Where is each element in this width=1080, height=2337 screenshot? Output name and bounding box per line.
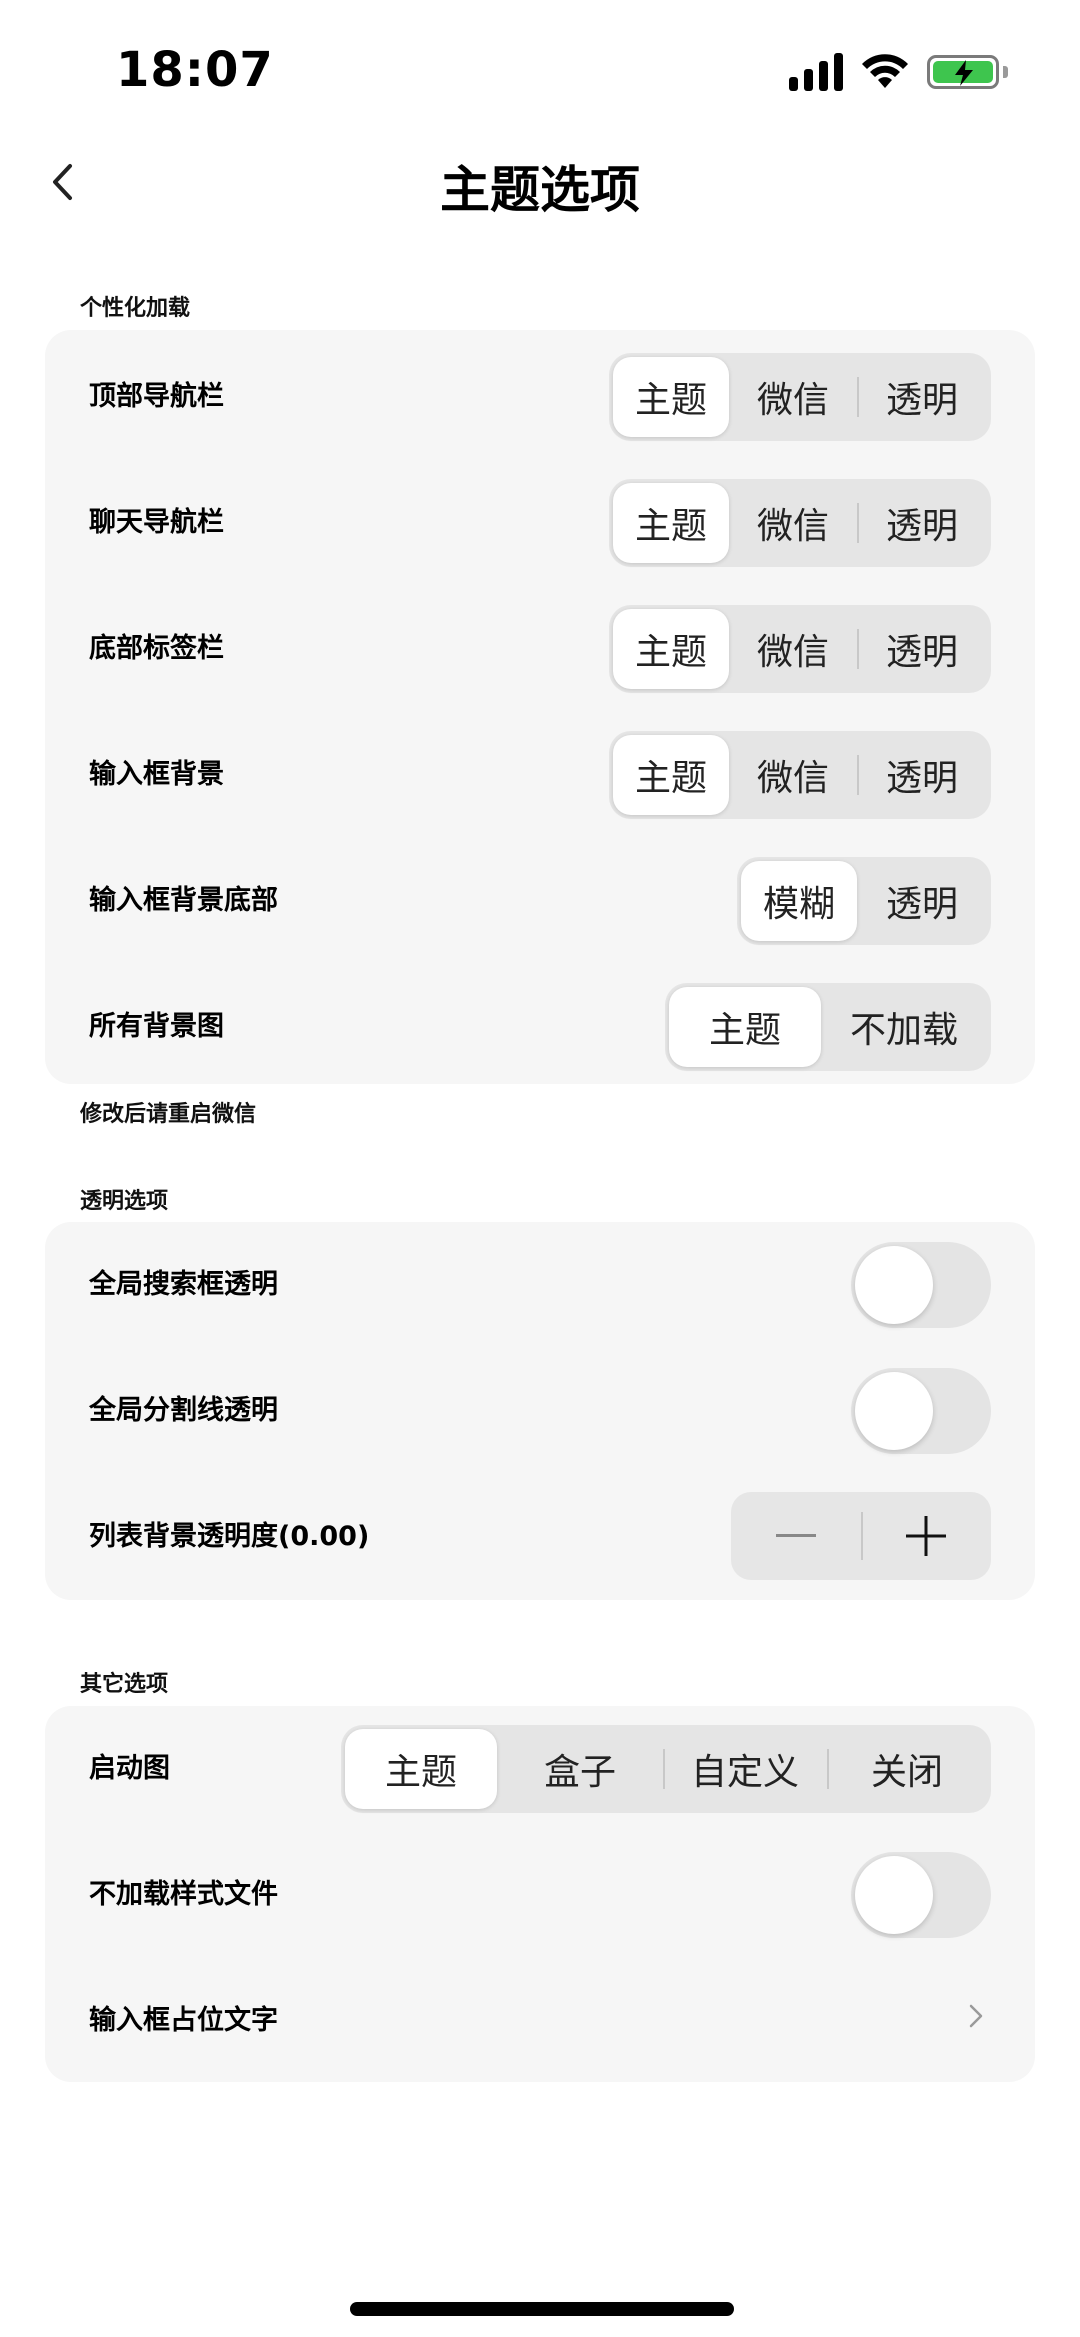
segment-option[interactable]: 主题 — [613, 357, 729, 437]
segment-option[interactable]: 微信 — [729, 483, 857, 563]
global-divider-transparent-toggle[interactable] — [851, 1368, 991, 1454]
row-no-style-files: 不加载样式文件 — [45, 1832, 1035, 1958]
battery-icon — [927, 55, 999, 89]
segment-option[interactable]: 主题 — [613, 483, 729, 563]
card-other: 启动图 主题 盒子 自定义 关闭 不加载样式文件 输入框占位文字 — [45, 1706, 1035, 2082]
row-label: 底部标签栏 — [89, 633, 224, 664]
row-input-background: 输入框背景 主题 微信 透明 — [45, 712, 1035, 838]
segment-option[interactable]: 微信 — [729, 357, 857, 437]
top-navbar-segmented-control[interactable]: 主题 微信 透明 — [609, 353, 991, 441]
row-input-placeholder-text[interactable]: 输入框占位文字 — [45, 1958, 1035, 2084]
no-style-files-toggle[interactable] — [851, 1852, 991, 1938]
segment-option[interactable]: 透明 — [857, 483, 987, 563]
row-label: 列表背景透明度(0.00) — [89, 1521, 370, 1552]
minus-icon — [776, 1534, 816, 1537]
row-top-navbar: 顶部导航栏 主题 微信 透明 — [45, 334, 1035, 460]
input-background-bottom-segmented-control[interactable]: 模糊 透明 — [737, 857, 991, 945]
row-label: 聊天导航栏 — [89, 507, 224, 538]
status-icons — [789, 52, 1008, 92]
plus-icon — [906, 1516, 946, 1556]
row-global-divider-transparent: 全局分割线透明 — [45, 1348, 1035, 1474]
row-global-search-transparent: 全局搜索框透明 — [45, 1222, 1035, 1348]
bottom-tabbar-segmented-control[interactable]: 主题 微信 透明 — [609, 605, 991, 693]
segment-option[interactable]: 主题 — [345, 1729, 497, 1809]
row-input-background-bottom: 输入框背景底部 模糊 透明 — [45, 838, 1035, 964]
increment-button[interactable] — [861, 1492, 991, 1580]
row-label: 所有背景图 — [89, 1011, 224, 1042]
segment-option[interactable]: 主题 — [613, 735, 729, 815]
chat-navbar-segmented-control[interactable]: 主题 微信 透明 — [609, 479, 991, 567]
chevron-right-icon — [969, 2004, 983, 2028]
segment-option[interactable]: 自定义 — [663, 1729, 827, 1809]
row-label: 全局搜索框透明 — [89, 1269, 278, 1300]
row-label: 输入框占位文字 — [89, 2005, 278, 2036]
row-chat-navbar: 聊天导航栏 主题 微信 透明 — [45, 460, 1035, 586]
launch-image-segmented-control[interactable]: 主题 盒子 自定义 关闭 — [341, 1725, 991, 1813]
wifi-icon — [862, 54, 908, 88]
card-personalization: 顶部导航栏 主题 微信 透明 聊天导航栏 主题 微信 透明 底部标签栏 主题 微… — [45, 330, 1035, 1084]
segment-option[interactable]: 不加载 — [821, 987, 987, 1067]
section-header-other: 其它选项 — [80, 1672, 169, 1697]
toggle-knob — [855, 1246, 933, 1324]
section-footer-personalization: 修改后请重启微信 — [80, 1102, 257, 1127]
toggle-knob — [855, 1372, 933, 1450]
section-header-transparency: 透明选项 — [80, 1189, 169, 1214]
row-label: 顶部导航栏 — [89, 381, 224, 412]
segment-option[interactable]: 盒子 — [497, 1729, 663, 1809]
segment-option[interactable]: 透明 — [857, 861, 987, 941]
status-time: 18:07 — [116, 42, 274, 98]
opacity-stepper[interactable] — [731, 1492, 991, 1580]
segment-option[interactable]: 透明 — [857, 735, 987, 815]
home-indicator[interactable] — [350, 2302, 734, 2316]
page-title: 主题选项 — [440, 161, 640, 219]
row-launch-image: 启动图 主题 盒子 自定义 关闭 — [45, 1706, 1035, 1832]
segment-option[interactable]: 主题 — [669, 987, 821, 1067]
row-all-backgrounds: 所有背景图 主题 不加载 — [45, 964, 1035, 1090]
segment-option[interactable]: 透明 — [857, 357, 987, 437]
row-label: 不加载样式文件 — [89, 1879, 278, 1910]
segment-option[interactable]: 微信 — [729, 735, 857, 815]
toggle-knob — [855, 1856, 933, 1934]
section-header-personalization: 个性化加载 — [80, 296, 191, 321]
row-label: 全局分割线透明 — [89, 1395, 278, 1426]
battery-tip — [1003, 66, 1008, 78]
theme-options-screen: 18:07 主题选项 个性化加载 顶部导航栏 主题 微信 透明 聊天导航栏 主题… — [0, 0, 1080, 2337]
segment-option[interactable]: 模糊 — [741, 861, 857, 941]
segment-option[interactable]: 微信 — [729, 609, 857, 689]
all-backgrounds-segmented-control[interactable]: 主题 不加载 — [665, 983, 991, 1071]
row-bottom-tabbar: 底部标签栏 主题 微信 透明 — [45, 586, 1035, 712]
segment-option[interactable]: 透明 — [857, 609, 987, 689]
decrement-button[interactable] — [731, 1492, 861, 1580]
card-transparency: 全局搜索框透明 全局分割线透明 列表背景透明度(0.00) — [45, 1222, 1035, 1600]
segment-option[interactable]: 主题 — [613, 609, 729, 689]
row-label: 输入框背景 — [89, 759, 224, 790]
row-list-background-opacity: 列表背景透明度(0.00) — [45, 1474, 1035, 1600]
cellular-signal-icon — [789, 53, 843, 91]
input-background-segmented-control[interactable]: 主题 微信 透明 — [609, 731, 991, 819]
row-label: 输入框背景底部 — [89, 885, 278, 916]
global-search-transparent-toggle[interactable] — [851, 1242, 991, 1328]
row-label: 启动图 — [89, 1753, 170, 1784]
segment-option[interactable]: 关闭 — [827, 1729, 987, 1809]
